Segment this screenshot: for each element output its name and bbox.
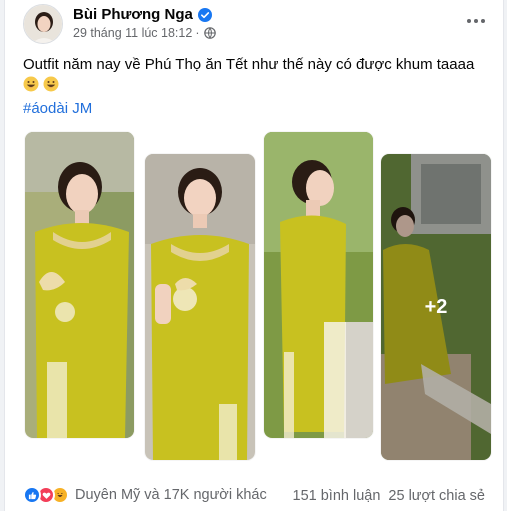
- reactions-text[interactable]: Duyên Mỹ và 17K người khác: [75, 487, 267, 503]
- post-photo-3[interactable]: [264, 132, 373, 438]
- post-stats: 151 bình luận 25 lượt chia sẻ: [293, 488, 485, 504]
- post-footer: Duyên Mỹ và 17K người khác 151 bình luận…: [23, 486, 485, 508]
- comments-count[interactable]: 151 bình luận: [293, 488, 381, 504]
- post-caption: Outfit năm nay về Phú Thọ ăn Tết như thế…: [23, 55, 493, 98]
- post-photo-4[interactable]: +2: [381, 154, 491, 460]
- post-meta: 29 tháng 11 lúc 18:12 ·: [73, 26, 217, 40]
- more-photos-overlay[interactable]: +2: [381, 154, 491, 460]
- globe-icon: [204, 27, 217, 39]
- shares-count[interactable]: 25 lượt chia sẻ: [388, 488, 485, 504]
- post-photo-2[interactable]: [145, 154, 255, 460]
- post-timestamp[interactable]: 29 tháng 11 lúc 18:12: [73, 26, 192, 40]
- post-photo-1[interactable]: [25, 132, 134, 438]
- post-header: Bùi Phương Nga 29 tháng 11 lúc 18:12 ·: [23, 4, 485, 48]
- caption-text: Outfit năm nay về Phú Thọ ăn Tết như thế…: [23, 56, 475, 73]
- reactions-summary[interactable]: Duyên Mỹ và 17K người khác: [23, 486, 267, 504]
- like-reaction-icon: [23, 486, 41, 504]
- grinning-emoji-icon: [43, 76, 59, 98]
- verified-badge-icon: [197, 7, 212, 22]
- avatar[interactable]: [23, 4, 63, 44]
- author-name-row: Bùi Phương Nga: [73, 6, 212, 23]
- post-card: Bùi Phương Nga 29 tháng 11 lúc 18:12 · O…: [4, 0, 504, 511]
- more-options-icon[interactable]: [461, 6, 491, 36]
- more-photos-count: +2: [424, 295, 448, 318]
- hashtag-link[interactable]: #áodài JM: [23, 100, 92, 117]
- grinning-emoji-icon: [23, 76, 39, 98]
- meta-separator: ·: [195, 26, 200, 40]
- author-name[interactable]: Bùi Phương Nga: [73, 6, 193, 23]
